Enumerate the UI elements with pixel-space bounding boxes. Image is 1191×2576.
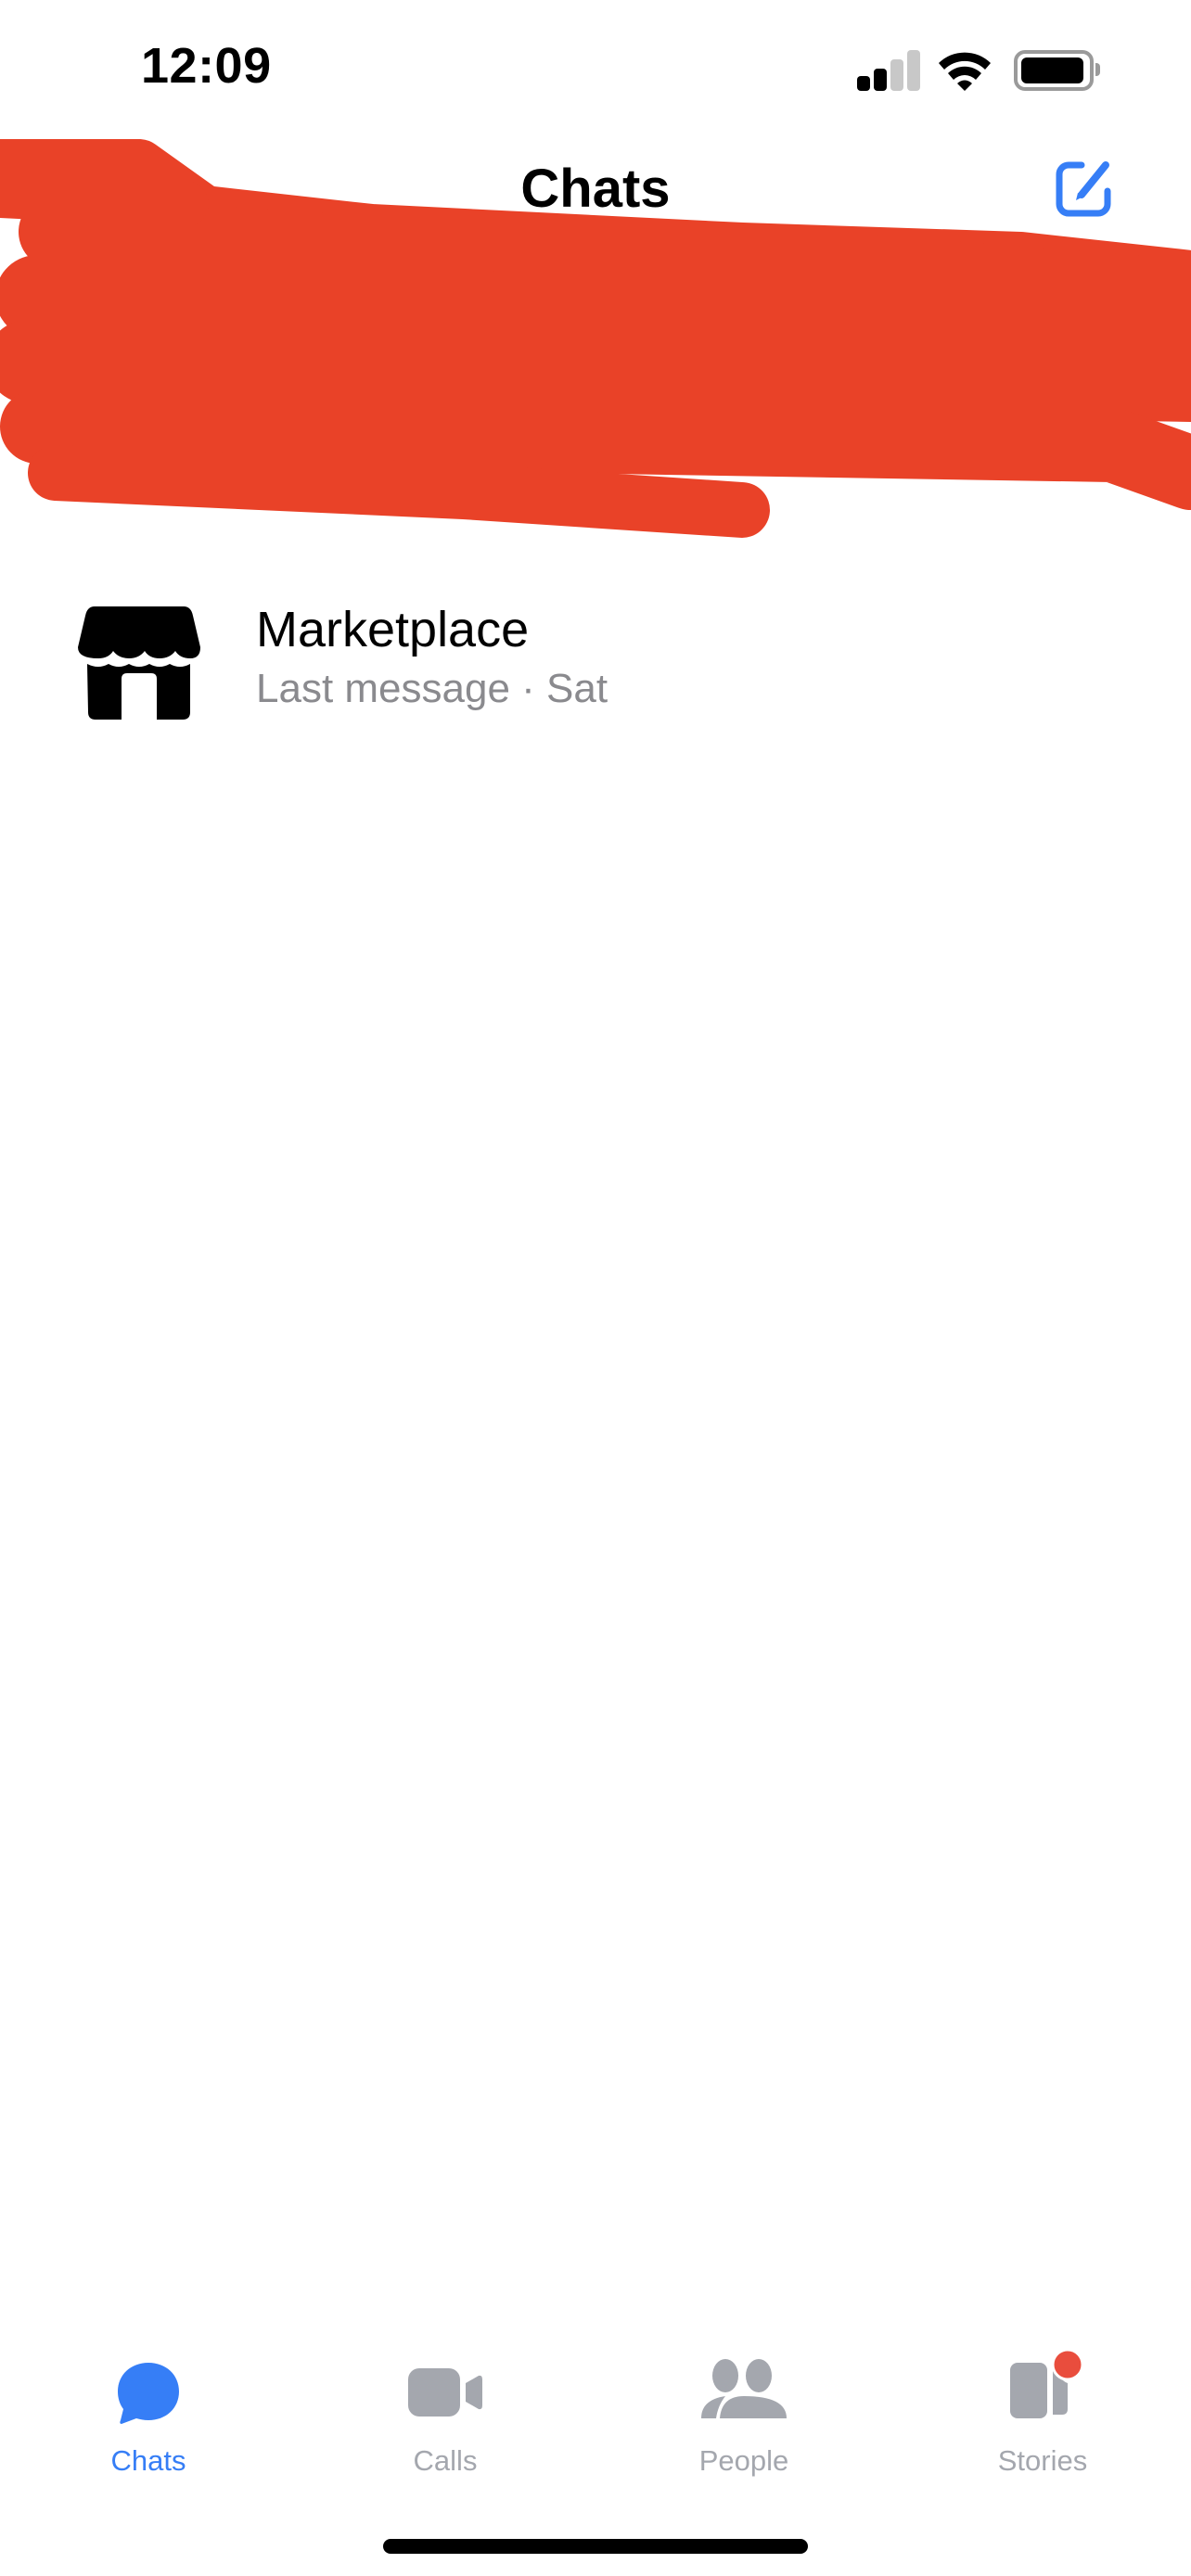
video-camera-icon: [408, 2368, 482, 2417]
notification-badge: [1051, 2350, 1084, 2381]
people-icon: [701, 2359, 787, 2418]
tab-calls[interactable]: Calls: [352, 2355, 538, 2485]
chat-name: Marketplace: [256, 602, 530, 657]
tab-stories[interactable]: Stories: [950, 2350, 1135, 2485]
tab-label: Calls: [413, 2444, 478, 2477]
status-time: 12:09: [141, 38, 272, 94]
home-indicator[interactable]: [383, 2539, 808, 2554]
cellular-signal-icon: [857, 50, 922, 91]
chat-list-item[interactable]: Marketplace Last message · Sat: [0, 566, 1191, 733]
tab-label: Chats: [110, 2444, 186, 2477]
tab-label: Stories: [997, 2444, 1088, 2477]
battery-level: [1021, 57, 1083, 83]
chat-preview: Last message · Sat: [256, 666, 608, 711]
stories-icon: [1010, 2350, 1084, 2418]
redaction-overlay: [0, 139, 1191, 538]
tab-label: People: [698, 2444, 789, 2477]
wifi-icon: [939, 52, 991, 91]
tab-people[interactable]: People: [651, 2355, 837, 2485]
chat-bubble-icon: [118, 2363, 179, 2424]
tab-chats[interactable]: Chats: [56, 2355, 241, 2485]
storefront-icon: [78, 606, 200, 720]
battery-icon: [1014, 50, 1100, 91]
